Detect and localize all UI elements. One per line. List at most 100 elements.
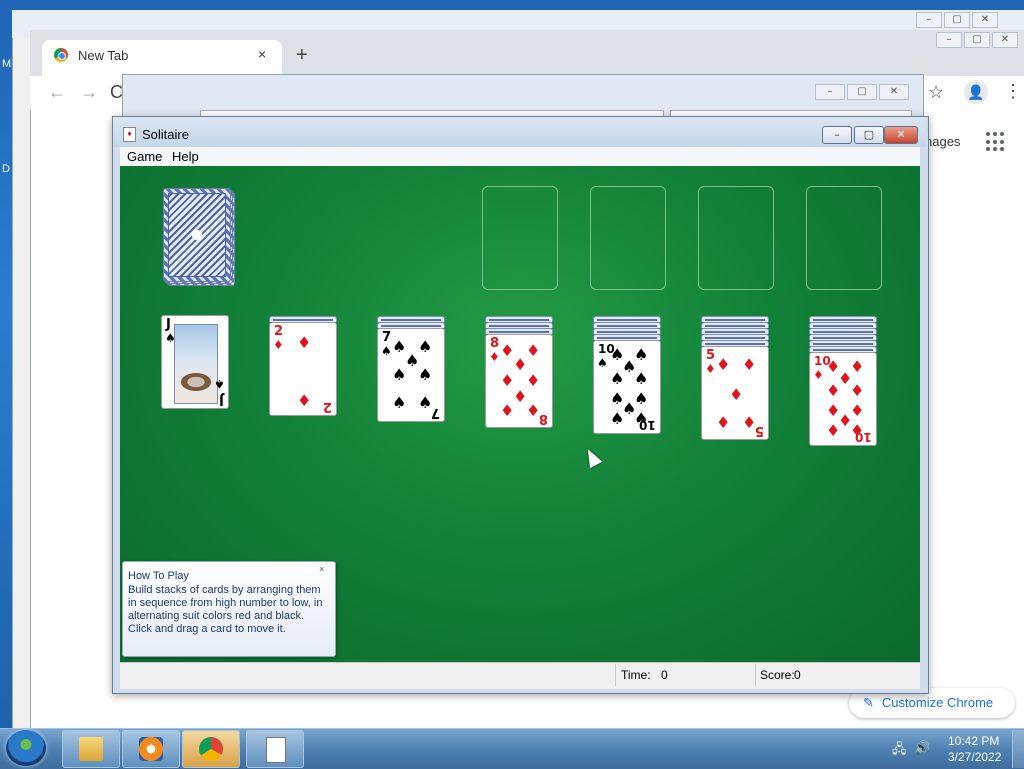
how-to-play-title: How To Play <box>128 570 189 582</box>
card-rank: 10 <box>855 430 872 444</box>
minimize-button[interactable]: – <box>822 126 852 144</box>
spade-icon: ♠ <box>381 344 392 358</box>
menu-help[interactable]: Help <box>172 149 199 164</box>
time-value: 0 <box>661 668 668 682</box>
solitaire-titlebar[interactable] <box>113 117 926 147</box>
foundation-slot[interactable] <box>806 186 882 290</box>
solitaire-card-icon <box>266 737 286 763</box>
window-title: Solitaire <box>142 127 189 142</box>
diamond-icon: ♦ <box>273 338 284 352</box>
menu-game[interactable]: Game <box>127 149 162 164</box>
spade-icon: ♠ <box>634 369 649 388</box>
card-5-diamonds[interactable]: 5 ♦ ♦ ♦ ♦ ♦ ♦ 5 <box>701 346 769 440</box>
spade-icon: ♠ <box>392 393 407 412</box>
score-label: Score: <box>760 668 795 682</box>
volume-icon[interactable]: 🔊 <box>914 740 930 756</box>
explorer-window-controls: – ▢ ✕ <box>815 84 909 100</box>
diamond-icon: ♦ <box>716 413 731 432</box>
diamond-icon: ♦ <box>729 385 744 404</box>
card-7-spades[interactable]: 7 ♠ ♠ ♠ ♠ ♠ ♠ ♠ ♠ 7 <box>377 328 445 422</box>
taskbar-chrome-button[interactable] <box>182 730 240 768</box>
diamond-icon: ♦ <box>705 362 716 376</box>
chrome-window-controls: – ▢ ✕ <box>936 32 1018 48</box>
back-arrow-icon[interactable]: ← <box>48 82 66 103</box>
diamond-icon: ♦ <box>716 355 731 374</box>
diamond-icon: ♦ <box>826 381 841 400</box>
card-rank: 7 <box>430 405 440 420</box>
card-8-diamonds[interactable]: 8 ♦ ♦ ♦ ♦ ♦ ♦ ♦ ♦ ♦ 8 <box>485 334 553 428</box>
close-button[interactable]: ✕ <box>972 12 998 28</box>
close-button[interactable]: ✕ <box>879 84 909 100</box>
card-rank: 5 <box>754 423 764 438</box>
solitaire-app-icon: ♦ <box>123 127 136 142</box>
diamond-icon: ♦ <box>742 355 757 374</box>
maximize-button[interactable]: ▢ <box>964 32 990 48</box>
start-button-icon[interactable] <box>6 730 46 766</box>
desktop-edge-text: D <box>2 163 10 175</box>
tooltip-close-icon[interactable]: × <box>319 564 324 574</box>
profile-avatar-icon[interactable]: 👤 <box>964 80 988 104</box>
close-button[interactable]: ✕ <box>884 126 918 144</box>
card-rank: J <box>219 392 224 407</box>
clock-date[interactable]: 3/27/2022 <box>948 750 1001 764</box>
network-icon[interactable]: 🖧 <box>892 740 907 762</box>
new-tab-button[interactable]: + <box>296 44 308 67</box>
diamond-icon: ♦ <box>500 401 515 420</box>
minimize-button[interactable]: – <box>916 12 942 28</box>
time-label: Time: <box>621 668 651 682</box>
card-rank: 10 <box>639 418 656 432</box>
tab-close-icon[interactable]: × <box>258 46 266 62</box>
card-rank: 2 <box>322 399 332 414</box>
clock-time[interactable]: 10:42 PM <box>948 734 999 748</box>
maximize-button[interactable]: ▢ <box>854 126 884 144</box>
bookmark-star-icon[interactable]: ☆ <box>928 82 944 103</box>
menu-bar <box>120 147 920 166</box>
close-button[interactable]: ✕ <box>992 32 1018 48</box>
customize-chrome-label: Customize Chrome <box>881 695 994 710</box>
spade-icon: ♠ <box>597 356 608 370</box>
spade-icon: ♠ <box>418 337 433 356</box>
card-2-diamonds[interactable]: 2 ♦ ♦ ♦ 2 <box>269 322 337 416</box>
stock-pile[interactable] <box>163 188 231 282</box>
chrome-icon <box>199 737 223 761</box>
forward-arrow-icon[interactable]: → <box>80 82 98 103</box>
diamond-icon: ♦ <box>526 341 541 360</box>
diamond-icon: ♦ <box>826 421 841 440</box>
taskbar-media-player-button[interactable] <box>122 730 180 768</box>
diamond-icon: ♦ <box>297 333 312 352</box>
spade-icon: ♠ <box>214 377 225 391</box>
spade-icon: ♠ <box>418 365 433 384</box>
maximize-button[interactable]: ▢ <box>847 84 877 100</box>
card-10-diamonds[interactable]: 10 ♦ ♦ ♦ ♦ ♦ ♦ ♦ ♦ ♦ ♦ ♦ 10 <box>809 352 877 446</box>
chrome-logo-icon <box>54 48 68 62</box>
score-value: 0 <box>794 668 801 682</box>
card-10-spades[interactable]: 10 ♠ ♠ ♠ ♠ ♠ ♠ ♠ ♠ ♠ ♠ ♠ 10 <box>593 340 661 434</box>
diamond-icon: ♦ <box>813 368 824 382</box>
diamond-icon: ♦ <box>297 391 312 410</box>
chrome-menu-icon[interactable]: ⋮ <box>1004 81 1022 102</box>
images-link[interactable]: nages <box>925 134 960 149</box>
spade-icon: ♠ <box>610 369 625 388</box>
taskbar-solitaire-button[interactable] <box>246 730 304 768</box>
media-player-icon <box>139 737 163 761</box>
jack-bird-nest-art <box>174 324 218 404</box>
folder-icon <box>79 737 103 761</box>
desktop-edge-text: M <box>2 58 12 70</box>
background-window-controls: – ▢ ✕ <box>916 12 998 28</box>
how-to-play-body: Build stacks of cards by arranging them … <box>128 584 323 635</box>
minimize-button[interactable]: – <box>936 32 962 48</box>
status-divider <box>755 664 756 686</box>
show-desktop-button[interactable] <box>1012 730 1024 768</box>
maximize-button[interactable]: ▢ <box>944 12 970 28</box>
diamond-icon: ♦ <box>850 381 865 400</box>
taskbar-explorer-button[interactable] <box>62 730 120 768</box>
status-divider <box>615 664 616 686</box>
apps-grid-icon[interactable] <box>986 132 1006 152</box>
diamond-icon: ♦ <box>489 350 500 364</box>
foundation-slot[interactable] <box>590 186 666 290</box>
foundation-slot[interactable] <box>482 186 558 290</box>
chrome-tab-title: New Tab <box>78 48 129 63</box>
minimize-button[interactable]: – <box>815 84 845 100</box>
card-jack-spades[interactable]: J ♠ ♠ J <box>161 315 229 409</box>
foundation-slot[interactable] <box>698 186 774 290</box>
